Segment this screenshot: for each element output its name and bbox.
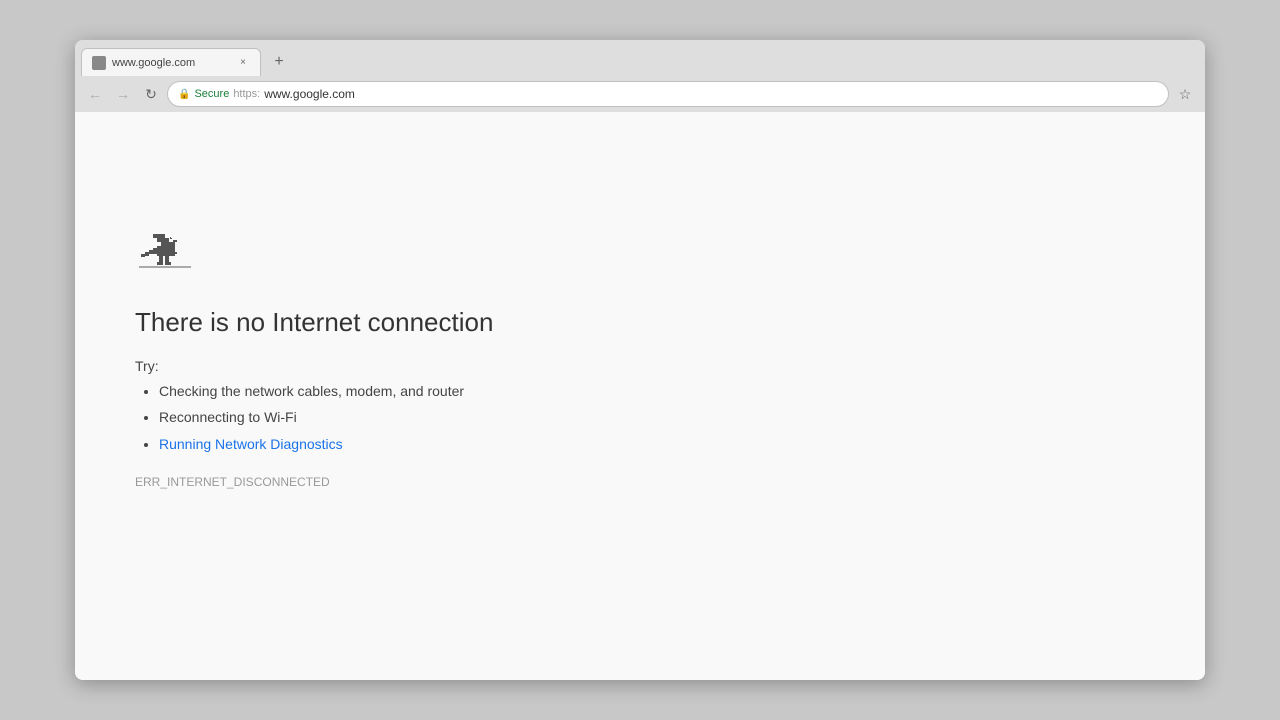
refresh-button[interactable]: ↻ (139, 82, 163, 106)
forward-button[interactable]: → (111, 82, 135, 106)
error-code: ERR_INTERNET_DISCONNECTED (135, 475, 735, 489)
page-content: There is no Internet connection Try: Che… (75, 112, 1205, 680)
address-bar-row: ← → ↻ 🔒 Secure https: www.google.com ☆ (75, 76, 1205, 112)
url-text: www.google.com (264, 87, 355, 101)
tab-close-button[interactable]: × (236, 56, 250, 70)
browser-chrome: www.google.com × + ← → ↻ 🔒 Secure https:… (75, 40, 1205, 112)
list-item: Reconnecting to Wi-Fi (159, 406, 735, 428)
suggestions-list: Checking the network cables, modem, and … (135, 380, 735, 455)
dino-icon (135, 232, 195, 282)
browser-tab[interactable]: www.google.com × (81, 48, 261, 76)
back-button[interactable]: ← (83, 82, 107, 106)
suggestion-text-1: Checking the network cables, modem, and … (159, 383, 464, 399)
error-title: There is no Internet connection (135, 307, 735, 338)
secure-label: Secure (194, 88, 229, 100)
address-bar[interactable]: 🔒 Secure https: www.google.com (167, 81, 1169, 107)
desktop: www.google.com × + ← → ↻ 🔒 Secure https:… (0, 0, 1280, 720)
url-separator: https: (233, 88, 260, 100)
suggestion-text-2: Reconnecting to Wi-Fi (159, 409, 297, 425)
tab-title: www.google.com (112, 57, 230, 69)
secure-lock-icon: 🔒 (178, 89, 190, 100)
try-label: Try: (135, 358, 735, 374)
list-item: Running Network Diagnostics (159, 433, 735, 455)
browser-window: www.google.com × + ← → ↻ 🔒 Secure https:… (75, 40, 1205, 680)
run-diagnostics-link[interactable]: Running Network Diagnostics (159, 436, 343, 452)
list-item: Checking the network cables, modem, and … (159, 380, 735, 402)
tab-bar: www.google.com × + (75, 40, 1205, 76)
error-container: There is no Internet connection Try: Che… (135, 152, 735, 489)
bookmark-star-button[interactable]: ☆ (1173, 82, 1197, 106)
tab-favicon-icon (92, 56, 106, 70)
dino-container (135, 232, 735, 287)
new-tab-button[interactable]: + (265, 48, 293, 76)
